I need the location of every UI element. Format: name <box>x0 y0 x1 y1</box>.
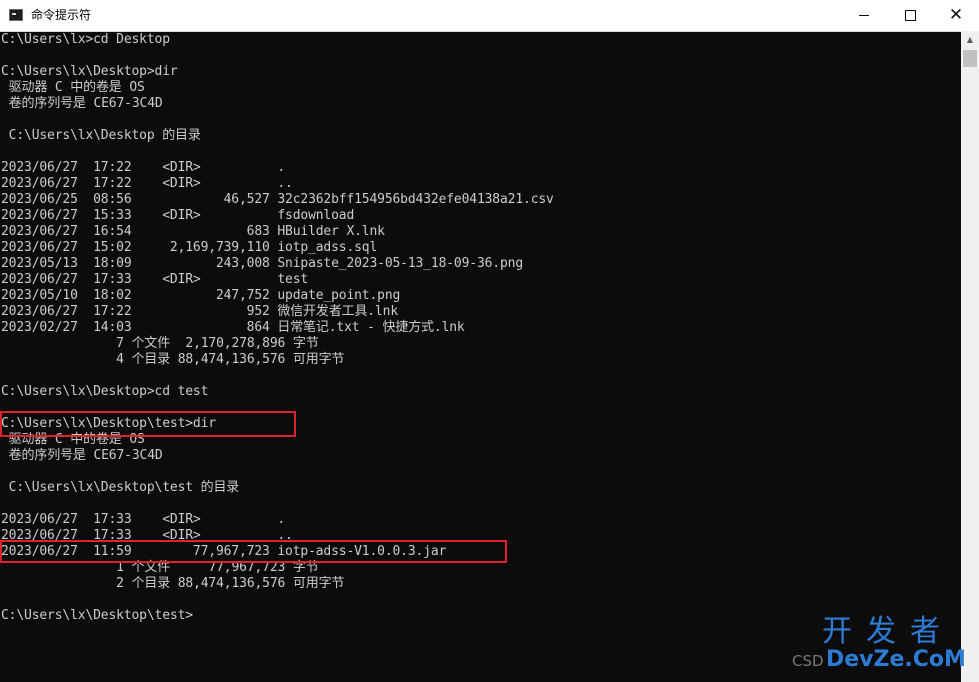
console-line: C:\Users\lx\Desktop 的目录 <box>1 128 201 143</box>
highlight-box-jar-file <box>0 540 507 563</box>
console-line: 2023/06/27 17:33 <DIR> . <box>1 512 286 527</box>
console-line: 驱动器 C 中的卷是 OS <box>1 80 145 95</box>
watermark-domain-text: DevZe.CoM <box>826 647 966 672</box>
watermark-prefix-text: CSD <box>792 652 824 670</box>
minimize-button[interactable] <box>841 0 887 31</box>
console-output[interactable]: C:\Users\lx>cd Desktop C:\Users\lx\Deskto… <box>0 31 961 682</box>
console-line: 2023/05/13 18:09 243,008 Snipaste_2023-0… <box>1 256 524 271</box>
console-line: C:\Users\lx\Desktop>cd test <box>1 384 209 399</box>
minimize-icon <box>859 15 869 16</box>
scroll-thumb[interactable] <box>963 50 977 67</box>
watermark-logo: 开发者 CSD DevZe.CoM <box>792 614 972 674</box>
close-icon: ✕ <box>948 5 964 25</box>
command-prompt-window: 命令提示符 ✕ C:\Users\lx>cd Desktop C:\Users\l… <box>0 0 979 682</box>
close-button[interactable]: ✕ <box>933 0 979 31</box>
maximize-button[interactable] <box>887 0 933 31</box>
console-line: 2023/06/27 15:02 2,169,739,110 iotp_adss… <box>1 240 378 255</box>
title-bar[interactable]: 命令提示符 ✕ <box>0 0 979 32</box>
console-line: 2 个目录 88,474,136,576 可用字节 <box>1 576 345 591</box>
console-line: 2023/06/27 17:22 <DIR> . <box>1 160 286 175</box>
console-line: 2023/02/27 14:03 864 日常笔记.txt - 快捷方式.lnk <box>1 320 465 335</box>
highlight-box-dir-command <box>0 411 296 437</box>
console-line: 卷的序列号是 CE67-3C4D <box>1 96 163 111</box>
console-line: C:\Users\lx\Desktop>dir <box>1 64 178 79</box>
cmd-app-icon <box>9 9 23 21</box>
console-line: 2023/06/27 17:22 952 微信开发者工具.lnk <box>1 304 399 319</box>
console-lines: C:\Users\lx>cd Desktop C:\Users\lx\Deskto… <box>1 32 554 624</box>
console-line: 2023/05/10 18:02 247,752 update_point.pn… <box>1 288 401 303</box>
console-line: 4 个目录 88,474,136,576 可用字节 <box>1 352 345 367</box>
console-line: 2023/06/27 15:33 <DIR> fsdownload <box>1 208 355 223</box>
console-line: 2023/06/25 08:56 46,527 32c2362bff154956… <box>1 192 554 207</box>
scroll-up-button[interactable]: ▲ <box>961 31 979 48</box>
console-line: 2023/06/27 17:22 <DIR> .. <box>1 176 293 191</box>
window-title: 命令提示符 <box>31 8 92 22</box>
console-line: 7 个文件 2,170,278,896 字节 <box>1 336 319 351</box>
scroll-up-arrow-icon: ▲ <box>966 35 974 44</box>
console-line: 2023/06/27 17:33 <DIR> test <box>1 272 309 287</box>
maximize-icon <box>904 10 916 21</box>
console-line: C:\Users\lx\Desktop\test 的目录 <box>1 480 240 495</box>
console-line: C:\Users\lx>cd Desktop <box>1 32 170 47</box>
vertical-scrollbar[interactable]: ▲ <box>961 31 979 682</box>
console-line: 卷的序列号是 CE67-3C4D <box>1 448 163 463</box>
console-line: C:\Users\lx\Desktop\test> <box>1 608 193 623</box>
console-line: 2023/06/27 16:54 683 HBuilder X.lnk <box>1 224 385 239</box>
watermark-chinese-text: 开发者 <box>822 614 954 649</box>
